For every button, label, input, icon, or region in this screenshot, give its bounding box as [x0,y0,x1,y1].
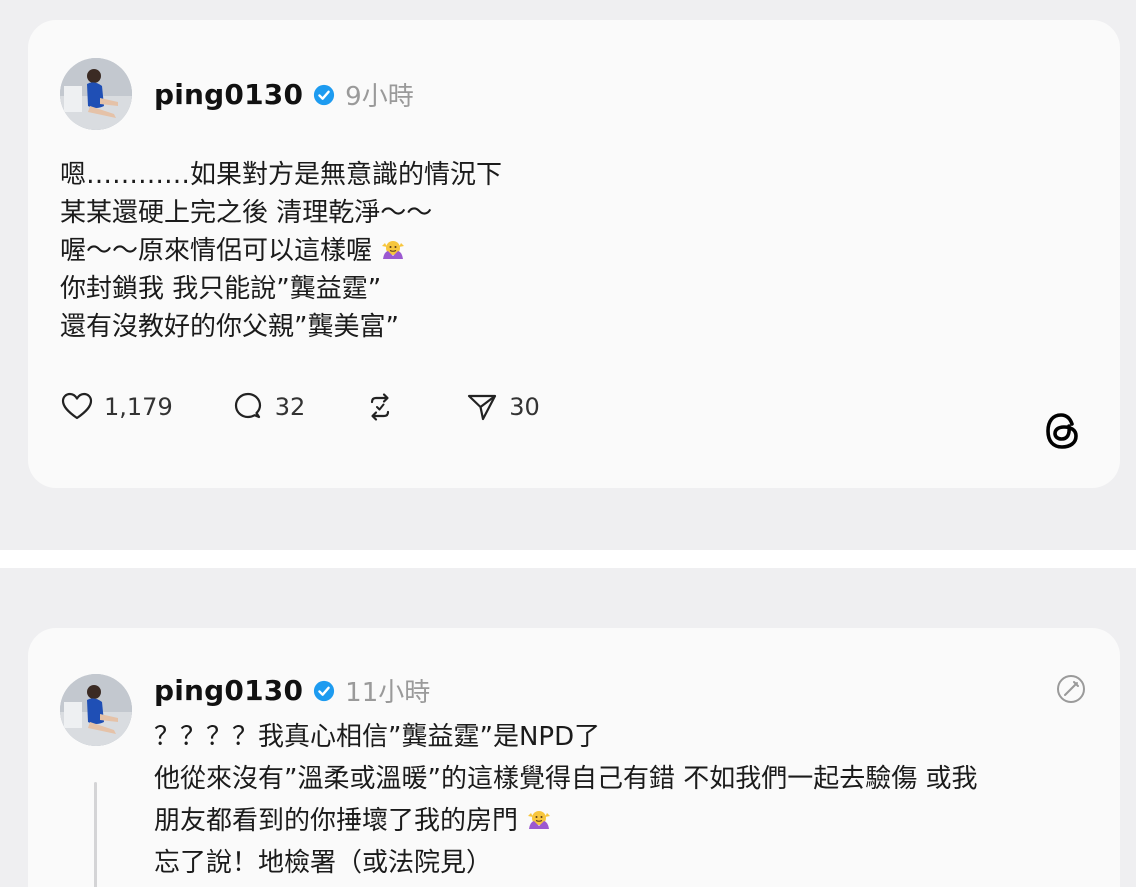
avatar[interactable] [60,58,132,130]
reply-icon [234,392,261,419]
post-header: ping0130 11小時 [154,672,430,709]
post-line: 他從來沒有”溫柔或溫暖”的這樣覺得自己有錯 不如我們一起去驗傷 或我 [154,764,978,794]
post-time[interactable]: 9小時 [345,76,414,113]
avatar[interactable] [60,674,132,746]
screenshot-page: ping0130 9小時 嗯…………如果對方是無意識的情況下 某某還硬上完之後 清… [0,0,1136,887]
threads-logo-icon[interactable] [1042,410,1084,452]
reply-count: 32 [274,393,306,421]
post-line: 你封鎖我 我只能說”龔益霆” [60,274,382,304]
avatar-photo-icon [60,58,132,130]
verified-badge-icon [314,84,335,105]
like-count: 1,179 [104,393,173,421]
repost-icon [371,393,390,421]
share-button[interactable]: 30 [465,390,540,424]
shrug-emoji [528,811,551,829]
verified-badge-icon [314,680,335,701]
avatar-photo-icon [60,674,132,746]
username[interactable]: ping0130 [154,674,303,707]
section-divider [0,550,1136,568]
post-line: 忘了說！地檢署（或法院見） [154,848,493,878]
post-line: ？？？？我真心相信”龔益霆”是NPD了 [154,722,601,752]
shrug-emoji [382,241,405,259]
post-time[interactable]: 11小時 [345,672,430,709]
like-button[interactable]: 1,179 [60,390,173,424]
post-card-2: ping0130 11小時 ？？？？我真心相信”龔益霆”是NPD了他從來沒有”溫… [28,628,1120,887]
post-line: 某某還硬上完之後 清理乾淨～～ [60,198,433,228]
post-line-text: 朋友都看到的你捶壞了我的房門 [154,806,519,836]
post-line-text: 喔～～原來情侶可以這樣喔 [60,236,373,266]
heart-icon [61,392,93,420]
post-line: 嗯…………如果對方是無意識的情況下 [60,160,503,190]
reply-button[interactable]: 32 [231,390,306,424]
post-line: 還有沒教好的你父親”龔美富” [60,312,399,342]
post-body: 嗯…………如果對方是無意識的情況下 某某還硬上完之後 清理乾淨～～ 喔～～原來情侶可… [60,156,502,346]
post-line: 喔～～原來情侶可以這樣喔 [60,232,502,270]
post-line: 朋友都看到的你捶壞了我的房門 [154,800,977,842]
edit-icon[interactable] [1054,672,1088,706]
post-card-1: ping0130 9小時 嗯…………如果對方是無意識的情況下 某某還硬上完之後 清… [28,20,1120,488]
post-actions: 1,179 32 30 [60,390,598,424]
share-count: 30 [509,393,540,421]
username[interactable]: ping0130 [154,78,303,111]
thread-connector-line [94,782,97,887]
post-header: ping0130 9小時 [154,76,414,113]
repost-button[interactable] [363,390,407,424]
post-body: ？？？？我真心相信”龔益霆”是NPD了他從來沒有”溫柔或溫暖”的這樣覺得自己有錯… [154,716,977,884]
share-icon [468,394,497,421]
